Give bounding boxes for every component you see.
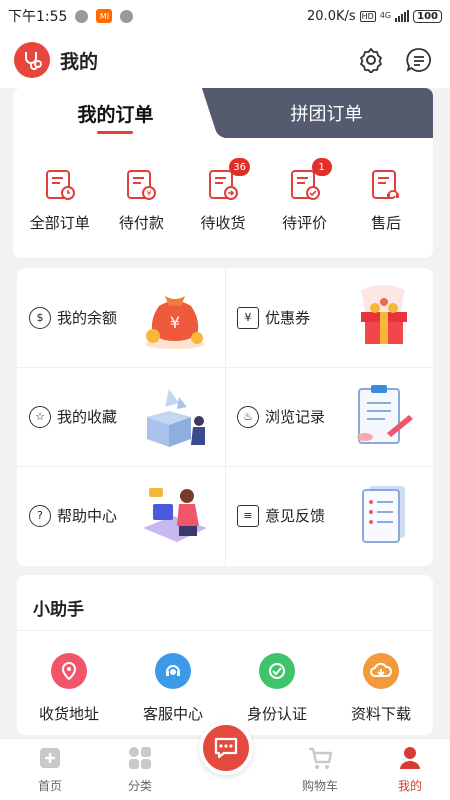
message-icon[interactable] bbox=[406, 47, 432, 73]
help-desk-illustration bbox=[143, 488, 207, 542]
helper-item-download-label: 资料下载 bbox=[350, 705, 411, 723]
wallet-icon: $ bbox=[29, 306, 51, 329]
document-illustration bbox=[362, 486, 405, 543]
pending-review-badge: 1 bbox=[311, 158, 332, 176]
grid-item-coupon[interactable]: ¥ 优惠券 bbox=[225, 268, 433, 367]
pending-receipt-badge: 36 bbox=[229, 158, 250, 176]
gift-box-illustration bbox=[361, 285, 407, 344]
order-all-label: 全部订单 bbox=[29, 214, 90, 232]
notification-icon bbox=[75, 9, 89, 23]
page-header: 我的 bbox=[0, 32, 450, 88]
helper-item-address[interactable]: 收货地址 bbox=[21, 653, 117, 724]
verified-icon bbox=[259, 653, 295, 689]
grid-item-feedback[interactable]: ≡ 意见反馈 bbox=[225, 466, 433, 565]
status-bar: 下午1:55 MI 20.0K/s HD 4G 100 bbox=[0, 0, 450, 32]
order-pending-receipt[interactable]: 36 待收货 bbox=[183, 158, 263, 233]
helper-title: 小助手 bbox=[17, 575, 433, 631]
nav-mine-label: 我的 bbox=[397, 779, 422, 793]
tab-group-orders-label: 拼团订单 bbox=[290, 104, 363, 125]
grid-item-balance-label: 我的余额 bbox=[57, 309, 118, 327]
pending-payment-icon: ¥ bbox=[127, 170, 157, 200]
hd-icon: HD bbox=[359, 10, 376, 22]
chat-bubble-icon bbox=[214, 737, 238, 759]
svg-text:¥: ¥ bbox=[170, 313, 180, 332]
order-tabs: 我的订单 拼团订单 bbox=[13, 88, 433, 138]
grid-item-help[interactable]: ? 帮助中心 bbox=[17, 466, 225, 565]
grid-item-feedback-label: 意见反馈 bbox=[265, 507, 326, 525]
order-pending-review-label: 待评价 bbox=[282, 214, 328, 232]
category-grid-icon bbox=[127, 745, 153, 771]
feature-grid: $ 我的余额 ¥ ¥ 优惠券 ☆ 我的收藏 ♨ 浏览记录 ? 帮助中心 ≡ 意见… bbox=[17, 268, 433, 566]
notification-icon-2 bbox=[120, 9, 134, 23]
clipboard-illustration bbox=[357, 385, 413, 444]
status-time: 下午1:55 bbox=[8, 9, 68, 25]
tab-my-orders[interactable]: 我的订单 bbox=[13, 88, 218, 138]
stethoscope-icon bbox=[25, 52, 42, 70]
page-title: 我的 bbox=[60, 50, 99, 73]
nav-mine[interactable]: 我的 bbox=[380, 745, 440, 794]
network-speed: 20.0K/s bbox=[307, 8, 356, 24]
tab-underline bbox=[97, 131, 133, 134]
network-type: 4G bbox=[379, 11, 392, 20]
helper-item-customer-service[interactable]: 客服中心 bbox=[125, 653, 221, 724]
grid-item-history[interactable]: ♨ 浏览记录 bbox=[225, 367, 433, 466]
battery-indicator: 100 bbox=[413, 9, 442, 23]
nav-home[interactable]: 首页 bbox=[20, 745, 80, 794]
feedback-icon: ≡ bbox=[237, 504, 259, 527]
order-after-sales[interactable]: 售后 bbox=[346, 168, 426, 233]
helper-item-address-label: 收货地址 bbox=[38, 705, 99, 723]
grid-item-balance[interactable]: $ 我的余额 ¥ bbox=[17, 268, 225, 367]
helper-item-download[interactable]: 资料下载 bbox=[333, 653, 429, 724]
money-bag-illustration: ¥ bbox=[145, 296, 205, 349]
customer-service-icon bbox=[155, 653, 191, 689]
cloud-download-icon bbox=[363, 653, 399, 689]
tab-my-orders-label: 我的订单 bbox=[77, 103, 154, 126]
svg-text:¥: ¥ bbox=[147, 189, 152, 198]
location-icon bbox=[51, 653, 87, 689]
signal-icon bbox=[395, 10, 410, 22]
nav-category-label: 分类 bbox=[127, 779, 152, 793]
helper-item-verification-label: 身份认证 bbox=[246, 705, 307, 723]
helper-item-customer-service-label: 客服中心 bbox=[142, 705, 203, 723]
nav-category[interactable]: 分类 bbox=[110, 745, 170, 794]
nav-cart-label: 购物车 bbox=[301, 779, 338, 793]
shopping-cart-icon bbox=[307, 745, 333, 771]
coupon-icon: ¥ bbox=[237, 306, 259, 329]
user-icon bbox=[397, 745, 423, 771]
grid-item-coupon-label: 优惠券 bbox=[265, 309, 311, 327]
order-after-sales-label: 售后 bbox=[371, 214, 402, 232]
grid-item-favorites[interactable]: ☆ 我的收藏 bbox=[17, 367, 225, 466]
bottom-navigation: 首页 分类 购物车 我的 bbox=[0, 721, 450, 800]
nav-cart[interactable]: 购物车 bbox=[290, 745, 350, 794]
mi-app-icon: MI bbox=[96, 9, 113, 23]
order-pending-payment-label: 待付款 bbox=[118, 214, 164, 232]
user-avatar[interactable] bbox=[14, 42, 50, 78]
help-icon: ? bbox=[29, 504, 51, 527]
order-pending-payment[interactable]: ¥ 待付款 bbox=[101, 168, 181, 233]
grid-item-history-label: 浏览记录 bbox=[265, 408, 326, 426]
order-pending-receipt-label: 待收货 bbox=[200, 214, 246, 232]
helper-card: 小助手 收货地址 客服中心 身份认证 资料下载 bbox=[17, 575, 433, 735]
home-icon bbox=[37, 745, 63, 771]
helper-item-verification[interactable]: 身份认证 bbox=[229, 653, 325, 724]
star-icon: ☆ bbox=[29, 405, 51, 428]
order-all-icon bbox=[45, 170, 75, 200]
nav-home-label: 首页 bbox=[37, 779, 62, 793]
footprint-icon: ♨ bbox=[237, 405, 259, 428]
favorites-box-illustration bbox=[147, 389, 205, 447]
order-card: 我的订单 拼团订单 全部订单 ¥ 待付款 36 待收货 1 待评价 售后 bbox=[13, 88, 433, 258]
grid-item-help-label: 帮助中心 bbox=[57, 507, 118, 525]
tab-group-orders[interactable]: 拼团订单 bbox=[220, 88, 433, 138]
after-sales-icon bbox=[372, 170, 400, 199]
grid-item-favorites-label: 我的收藏 bbox=[57, 408, 118, 426]
settings-gear-icon[interactable] bbox=[358, 47, 384, 73]
center-message-button[interactable] bbox=[199, 721, 253, 775]
order-pending-review[interactable]: 1 待评价 bbox=[265, 158, 345, 233]
order-all[interactable]: 全部订单 bbox=[20, 168, 100, 233]
